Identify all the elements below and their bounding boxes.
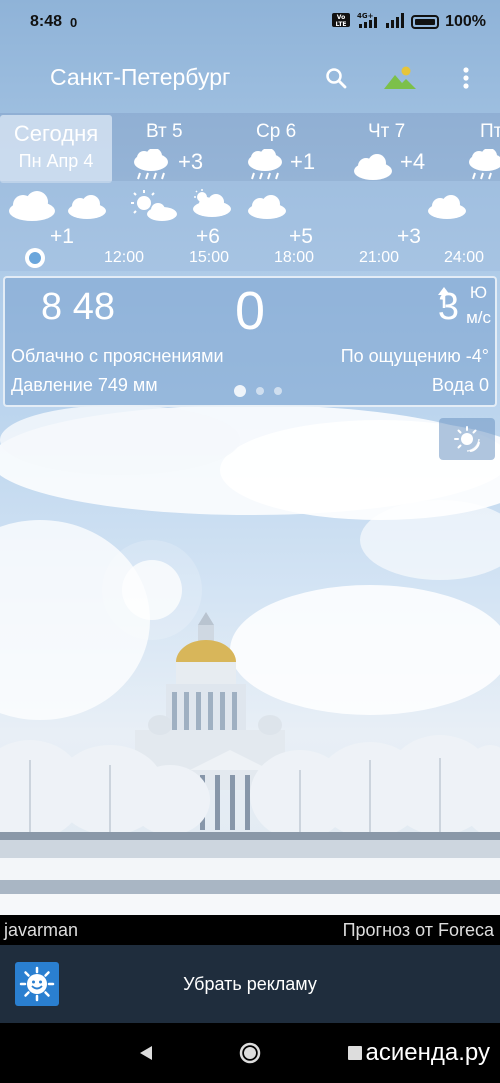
hour-temp: +1 <box>50 225 74 248</box>
remove-ads-bar[interactable]: Убрать рекламу <box>0 945 500 1023</box>
search-icon[interactable] <box>316 58 356 98</box>
pressure: Давление 749 мм <box>11 375 158 395</box>
wind-unit: м/с <box>466 308 491 327</box>
day-temp: +1 <box>290 149 316 174</box>
current-time-marker <box>25 248 45 268</box>
sun-moon-icon <box>454 426 480 452</box>
page-dot <box>256 387 264 395</box>
watermark: асиенда.ру <box>365 1039 490 1066</box>
water-temp: Вода 0 <box>431 375 489 395</box>
more-vert-icon[interactable] <box>446 58 486 98</box>
current-weather-card[interactable]: 8 48 0 3 Ю м/с Облачно с прояснениями По… <box>3 276 497 407</box>
day-name: Пт <box>480 121 500 142</box>
page-dot <box>274 387 282 395</box>
day-forecast[interactable]: Чт 7 +4 <box>352 119 462 181</box>
back-icon[interactable] <box>134 1041 158 1065</box>
status-time: 8:48 <box>30 13 63 30</box>
cloud-icon <box>68 195 106 219</box>
svg-text:4G+: 4G+ <box>357 12 374 20</box>
day-temp: +4 <box>400 149 426 174</box>
rain-cloud-icon <box>134 149 168 180</box>
status-extra: 0 <box>70 14 78 30</box>
feels-like: По ощущению -4° <box>340 346 489 366</box>
partly-cloudy-icon <box>193 189 231 217</box>
cloud-icon <box>428 195 466 219</box>
status-bar: 8:48 0 Vo LTE 4G+ 100% <box>0 0 500 44</box>
cloud-icon <box>354 154 392 180</box>
hour-time: 12:00 <box>104 249 145 266</box>
hour-time: 18:00 <box>274 249 315 266</box>
page-indicator <box>234 385 282 397</box>
condition-text: Облачно с прояснениями <box>11 346 224 366</box>
rain-cloud-icon <box>469 149 500 180</box>
hourly-forecast[interactable]: +1 +6 +5 +3 12:00 15:00 18:00 21:00 24:0… <box>0 181 500 271</box>
current-temperature: 0 <box>235 281 266 341</box>
svg-text:LTE: LTE <box>336 21 347 28</box>
today-tab[interactable]: Сегодня Пн Апр 4 <box>0 115 112 183</box>
day-forecast[interactable]: Пт <box>460 119 500 181</box>
credits-bar: javarman Прогноз от Foreca <box>0 915 500 945</box>
rain-cloud-icon <box>248 149 282 180</box>
battery-icon <box>411 15 440 29</box>
today-date: Пн Апр 4 <box>18 151 94 171</box>
system-nav-bar: асиенда.ру <box>0 1023 500 1083</box>
forecast-source[interactable]: Прогноз от Foreca <box>343 920 494 941</box>
today-label: Сегодня <box>13 121 99 146</box>
wind-arrow-icon <box>438 287 450 308</box>
day-name: Чт 7 <box>368 121 406 142</box>
city-title[interactable]: Санкт-Петербург <box>50 64 230 91</box>
sun-info-button[interactable] <box>439 418 495 460</box>
svg-text:Vo: Vo <box>337 14 345 21</box>
day-name: Ср 6 <box>256 121 297 142</box>
hour-time: 24:00 <box>444 249 485 266</box>
photo-credit[interactable]: javarman <box>4 920 78 941</box>
hour-time: 15:00 <box>189 249 230 266</box>
day-forecast[interactable]: Ср 6 +1 <box>244 119 354 181</box>
hour-temp: +5 <box>289 225 313 248</box>
volte-icon: Vo LTE <box>331 12 351 33</box>
current-time: 8 48 <box>41 286 115 328</box>
battery-percent: 100% <box>445 13 486 30</box>
remove-ads-label[interactable]: Убрать рекламу <box>0 974 500 995</box>
signal-4g-icon: 4G+ <box>357 11 379 34</box>
partly-cloudy-icon <box>131 190 177 221</box>
recents-icon[interactable] <box>343 1041 367 1065</box>
signal-icon <box>385 12 405 33</box>
day-name: Вт 5 <box>146 121 183 142</box>
landscape-icon[interactable] <box>380 58 420 98</box>
wind-direction: Ю <box>469 283 487 302</box>
app-bar: Санкт-Петербург <box>0 44 500 110</box>
daily-forecast[interactable]: Сегодня Пн Апр 4 Вт 5 +3 Ср 6 +1 Чт 7 +4… <box>0 113 500 183</box>
hour-temp: +3 <box>397 225 421 248</box>
home-icon[interactable] <box>238 1041 262 1065</box>
page-dot-active <box>234 385 246 397</box>
cloud-icon <box>9 191 55 221</box>
day-temp: +3 <box>178 149 204 174</box>
day-forecast[interactable]: Вт 5 +3 <box>130 119 240 181</box>
hour-temp: +6 <box>196 225 220 248</box>
hour-time: 21:00 <box>359 249 400 266</box>
cloud-icon <box>248 195 286 219</box>
